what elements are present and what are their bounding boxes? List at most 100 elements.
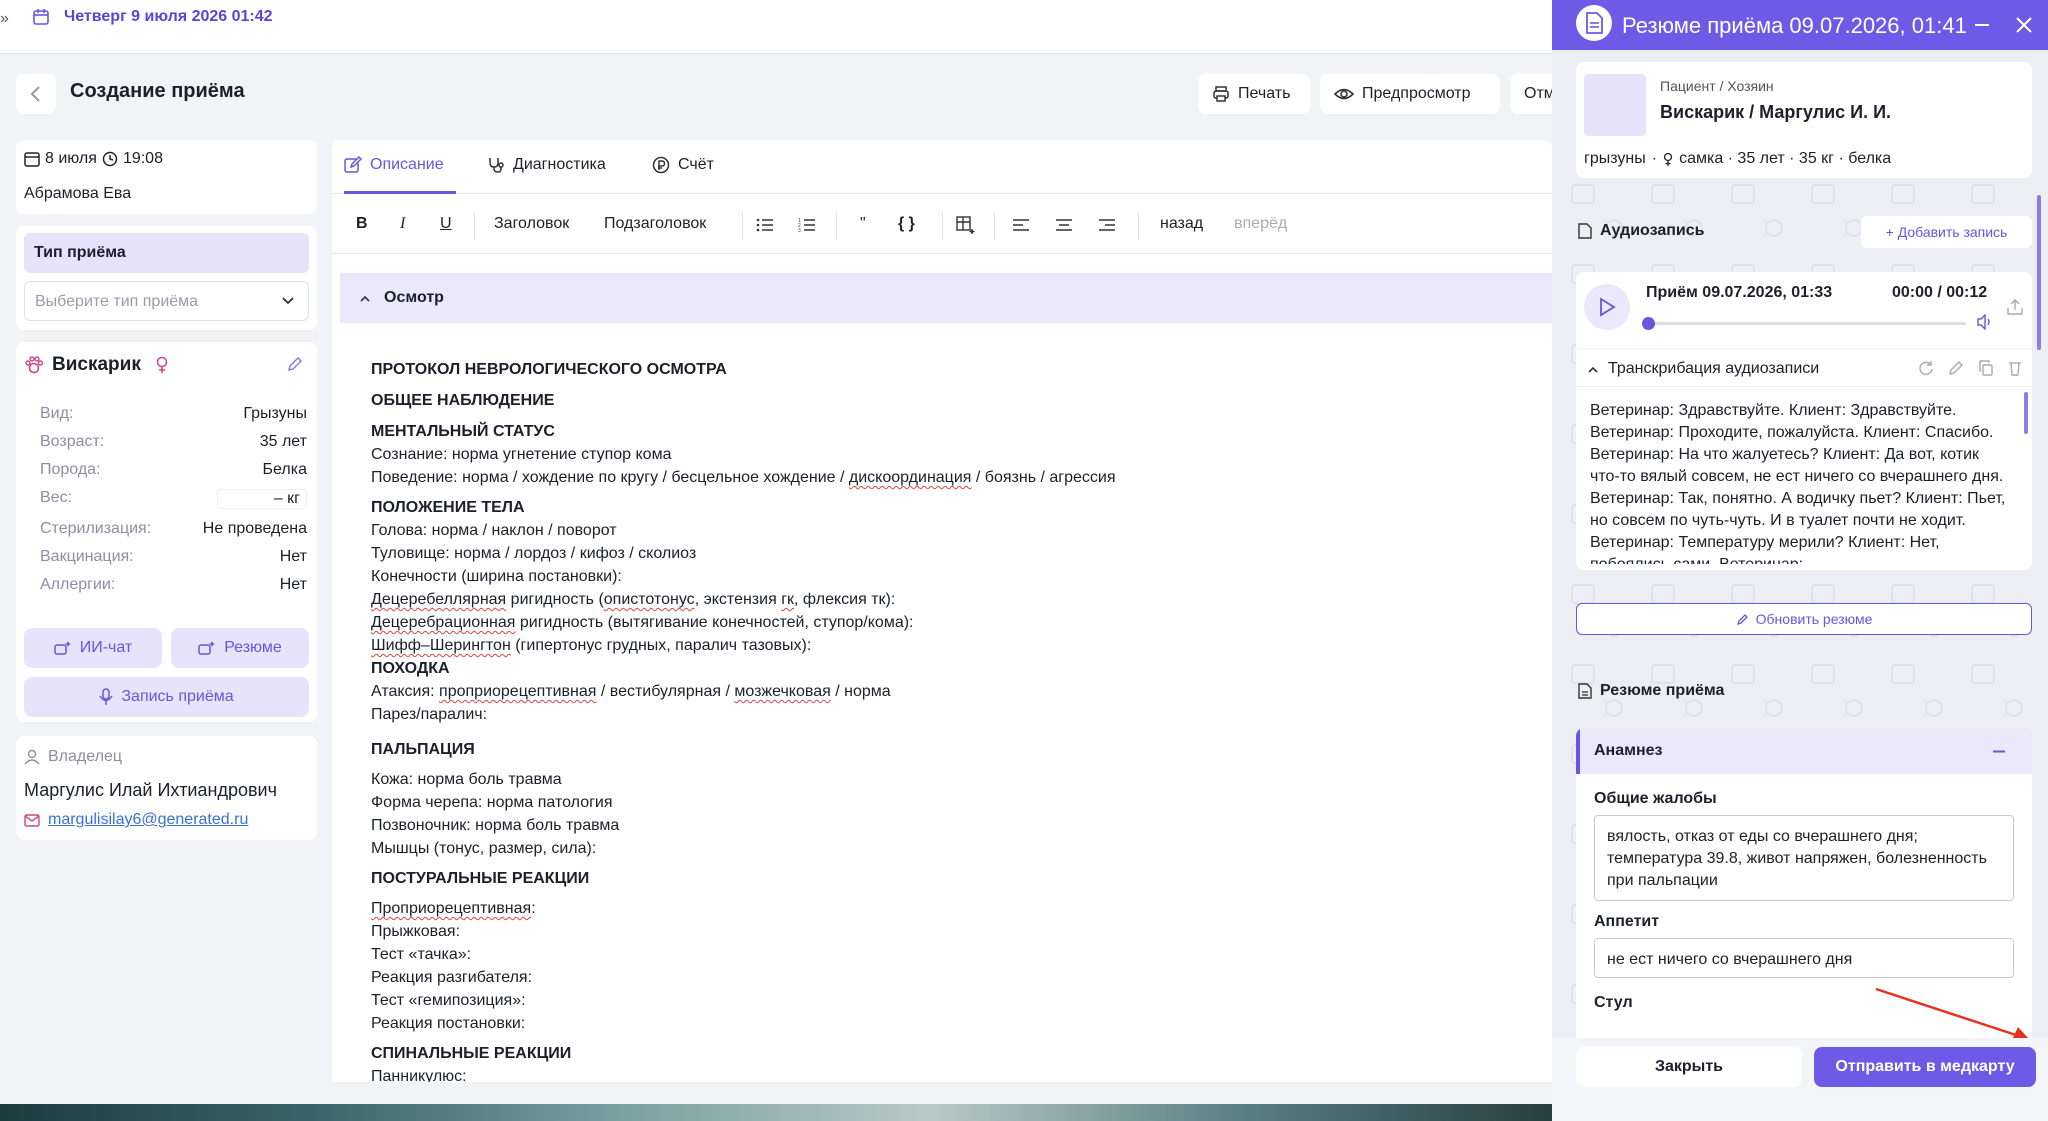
summary-button[interactable]: Резюме (171, 628, 309, 668)
calendar-icon (33, 9, 49, 25)
trash-icon[interactable] (2008, 360, 2022, 376)
formatting-toolbar: B I U Заголовок Подзаголовок 123 " { } н… (332, 196, 1552, 254)
sparkle-edit-icon (1736, 614, 1748, 626)
chevron-up-icon (360, 295, 370, 302)
ai-chat-button[interactable]: ИИ-чат (24, 628, 162, 668)
update-summary-button[interactable]: Обновить резюме (1576, 603, 2032, 635)
weight-input[interactable]: – кг (217, 489, 307, 509)
send-to-record-button[interactable]: Отправить в медкарту (1814, 1047, 2036, 1087)
owner-email-link[interactable]: margulisilay6@generated.ru (48, 811, 248, 829)
numbered-list-icon[interactable]: 123 (798, 218, 816, 232)
preview-button[interactable]: Предпросмотр (1320, 74, 1500, 114)
summary-panel: Резюме приёма 09.07.2026, 01:41 Пациент … (1552, 0, 2048, 1121)
owner-card: Владелец Маргулис Илай Ихтиандрович marg… (16, 736, 317, 840)
redo-button[interactable]: вперёд (1234, 215, 1287, 233)
female-icon (1663, 152, 1673, 166)
visit-date: 8 июля (45, 150, 97, 167)
transcript-scrollbar[interactable] (2024, 392, 2028, 434)
edit-icon (344, 156, 362, 173)
panel-title: Резюме приёма 09.07.2026, 01:41 (1622, 13, 1967, 38)
active-tab-indicator (344, 191, 456, 194)
chevron-up-icon (1588, 366, 1598, 373)
print-label: Печать (1238, 85, 1291, 102)
minimize-icon[interactable] (1972, 15, 1992, 35)
female-icon (156, 356, 168, 373)
audio-progress-track[interactable] (1642, 317, 1966, 330)
patient-label: Пациент / Хозяин (1660, 78, 1774, 94)
preview-label: Предпросмотр (1362, 85, 1471, 102)
quote-button[interactable]: " (860, 215, 866, 233)
visit-type-select[interactable]: Выберите тип приёма (24, 281, 309, 321)
print-button[interactable]: Печать (1198, 74, 1310, 114)
toolbar-divider (836, 212, 837, 240)
record-visit-button[interactable]: Запись приёма (24, 677, 309, 717)
bold-button[interactable]: B (356, 215, 368, 233)
subheading-button[interactable]: Подзаголовок (604, 215, 706, 233)
volume-icon[interactable] (1976, 314, 1994, 330)
patient-meta: самка · 35 лет · 35 кг · белка (1679, 150, 1892, 167)
back-button[interactable] (16, 74, 56, 114)
owner-label: Владелец (48, 748, 123, 765)
pet-row-age: Возраст: 35 лет (40, 433, 307, 450)
visit-time: 19:08 (122, 150, 163, 167)
anamnesis-header[interactable]: Анамнез (1576, 728, 2032, 774)
pencil-icon[interactable] (1948, 360, 1964, 376)
divider (1576, 386, 2032, 387)
summary-header: Резюме приёма (1578, 682, 1724, 700)
share-icon[interactable] (2006, 298, 2024, 316)
complaints-textarea[interactable]: вялость, отказ от еды со вчерашнего дня;… (1594, 815, 2014, 901)
document-body[interactable]: ПРОТОКОЛ НЕВРОЛОГИЧЕСКОГО ОСМОТРА ОБЩЕЕ … (371, 358, 1542, 1082)
desktop-background-strip (0, 1104, 1552, 1121)
panel-scrollbar[interactable] (2037, 195, 2041, 350)
play-button[interactable] (1584, 284, 1630, 330)
expand-sidebar-icon[interactable]: » (0, 10, 9, 28)
appetite-textarea[interactable]: не ест ничего со вчерашнего дня (1594, 938, 2014, 978)
eye-icon (1334, 88, 1354, 100)
bullet-list-icon[interactable] (756, 218, 774, 232)
pet-row-sterilization: Стерилизация: Не проведена (40, 520, 307, 537)
code-button[interactable]: { } (898, 215, 915, 233)
copy-icon[interactable] (1978, 360, 1994, 376)
close-icon[interactable] (2014, 15, 2034, 35)
heading-button[interactable]: Заголовок (494, 215, 569, 233)
italic-button[interactable]: I (400, 215, 405, 233)
annotation-arrow (1875, 987, 2030, 1040)
align-center-icon[interactable] (1055, 218, 1073, 232)
underline-button[interactable]: U (440, 215, 452, 233)
transcript-header[interactable]: Транскрибация аудиозаписи (1588, 360, 1819, 378)
tab-diagnostics[interactable]: Диагностика (487, 156, 606, 174)
current-date-text: Четверг 9 июля 2026 01:42 (64, 8, 273, 25)
add-record-button[interactable]: + Добавить запись (1861, 216, 2032, 248)
audio-header: Аудиозапись (1578, 222, 1704, 240)
patient-card: Пациент / Хозяин Вискарик / Маргулис И. … (1576, 62, 2032, 178)
panel-header: Резюме приёма 09.07.2026, 01:41 (1552, 0, 2048, 50)
stool-label: Стул (1594, 994, 1633, 1011)
doctor-name: Абрамова Ева (24, 185, 132, 202)
pet-row-allergies: Аллергии: Нет (40, 576, 307, 593)
align-left-icon[interactable] (1012, 218, 1030, 232)
transcript-text[interactable]: Ветеринар: Здравствуйте. Клиент: Здравст… (1590, 400, 2010, 564)
printer-icon (1213, 86, 1229, 102)
record-time: 00:00 / 00:12 (1892, 284, 1988, 301)
undo-button[interactable]: назад (1160, 215, 1203, 233)
paw-icon (25, 356, 44, 374)
sparkle-edit-icon (198, 641, 216, 655)
patient-species: грызуны (1584, 150, 1646, 167)
visit-type-label: Тип приёма (24, 233, 309, 273)
svg-text:3: 3 (798, 228, 801, 232)
edit-pet-icon[interactable] (287, 356, 303, 372)
pet-row-weight: Вес: – кг (40, 489, 307, 509)
visit-type-card: Тип приёма Выберите тип приёма (16, 226, 317, 330)
panel-footer: Закрыть Отправить в медкарту (1552, 1038, 2048, 1121)
section-header-exam[interactable]: Осмотр (340, 273, 1552, 323)
table-insert-icon[interactable] (956, 216, 976, 234)
audio-progress-knob[interactable] (1642, 317, 1655, 330)
tab-invoice[interactable]: Счёт (652, 156, 714, 174)
toolbar-divider (994, 212, 995, 240)
close-button[interactable]: Закрыть (1576, 1047, 1802, 1087)
patient-name: Вискарик / Маргулис И. И. (1660, 102, 1892, 122)
document-icon (1576, 5, 1612, 41)
tab-description[interactable]: Описание (344, 156, 444, 174)
align-right-icon[interactable] (1098, 218, 1116, 232)
refresh-icon[interactable] (1918, 360, 1934, 376)
